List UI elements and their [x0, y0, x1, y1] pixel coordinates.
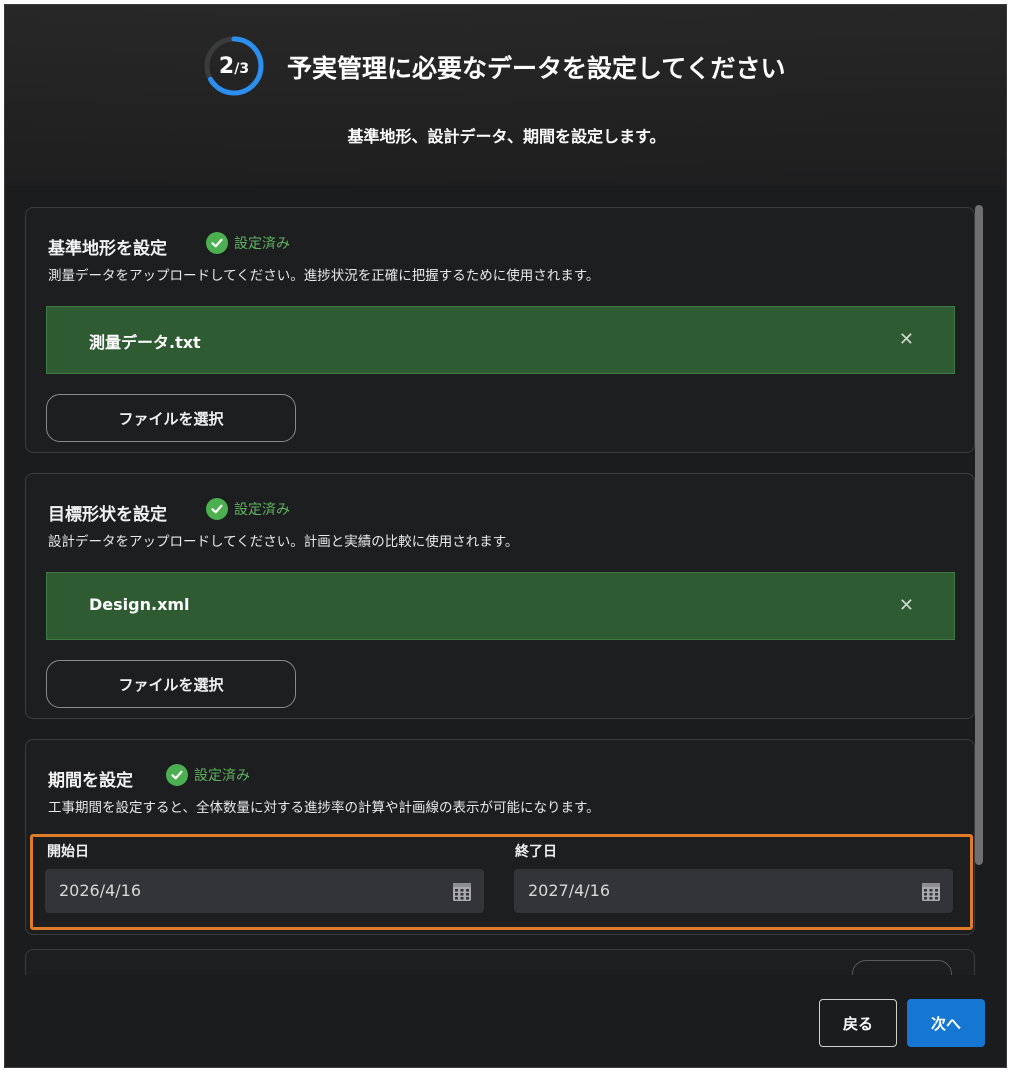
period-description: 工事期間を設定すると、全体数量に対する進捗率の計算や計画線の表示が可能になります…	[48, 800, 600, 816]
terrain-select-file-button[interactable]: ファイルを選択	[46, 394, 296, 442]
terrain-description: 測量データをアップロードしてください。進捗状況を正確に把握するために使用されます…	[48, 268, 600, 284]
check-circle-icon	[206, 498, 228, 520]
check-circle-icon	[166, 764, 188, 786]
setup-dialog: 2/3 予実管理に必要なデータを設定してください 基準地形、設計データ、期間を設…	[4, 4, 1007, 1068]
design-file-item: Design.xml ✕	[46, 572, 955, 640]
period-card-title: 期間を設定	[48, 771, 133, 791]
next-button[interactable]: 次へ	[907, 999, 985, 1047]
date-range-highlight	[30, 834, 973, 930]
terrain-file-name: 測量データ.txt	[89, 333, 201, 352]
close-icon[interactable]: ✕	[899, 595, 914, 616]
terrain-status-label: 設定済み	[234, 236, 290, 252]
terrain-file-item: 測量データ.txt ✕	[46, 306, 955, 374]
terrain-status: 設定済み	[206, 232, 290, 254]
design-status: 設定済み	[206, 498, 290, 520]
dialog-header: 2/3 予実管理に必要なデータを設定してください 基準地形、設計データ、期間を設…	[5, 5, 1006, 185]
scrollbar[interactable]	[975, 205, 983, 865]
terrain-card: 基準地形を設定 設定済み 測量データをアップロードしてください。進捗状況を正確に…	[25, 207, 975, 453]
dialog-title: 予実管理に必要なデータを設定してください	[287, 54, 786, 83]
dialog-subtitle: 基準地形、設計データ、期間を設定します。	[347, 127, 666, 146]
period-status: 設定済み	[166, 764, 250, 786]
terrain-card-title: 基準地形を設定	[48, 239, 167, 259]
design-select-file-button[interactable]: ファイルを選択	[46, 660, 296, 708]
design-card-title: 目標形状を設定	[48, 505, 167, 525]
step-total: /3	[234, 61, 250, 77]
close-icon[interactable]: ✕	[899, 329, 914, 350]
period-status-label: 設定済み	[194, 768, 250, 784]
scrollbar-thumb[interactable]	[975, 205, 983, 865]
design-status-label: 設定済み	[234, 502, 290, 518]
step-indicator: 2/3	[203, 35, 265, 97]
design-file-name: Design.xml	[89, 595, 190, 614]
check-circle-icon	[206, 232, 228, 254]
back-button[interactable]: 戻る	[819, 999, 897, 1047]
step-current: 2	[218, 53, 235, 79]
design-description: 設計データをアップロードしてください。計画と実績の比較に使用されます。	[48, 534, 519, 550]
design-card: 目標形状を設定 設定済み 設計データをアップロードしてください。計画と実績の比較…	[25, 473, 975, 719]
